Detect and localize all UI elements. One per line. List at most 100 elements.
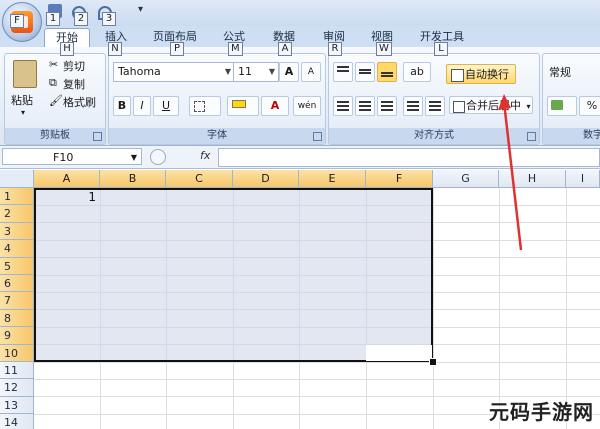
column-header-i[interactable]: I (566, 170, 600, 188)
phonetic-label: wén (297, 101, 317, 111)
align-top-button[interactable] (333, 62, 353, 82)
align-center-button[interactable] (355, 96, 375, 116)
row-header-14[interactable]: 14 (0, 414, 34, 429)
wrap-text-label: 自动换行 (465, 68, 509, 81)
align-bottom-icon (381, 72, 393, 74)
increase-indent-button[interactable] (425, 96, 445, 116)
column-header-b[interactable]: B (100, 170, 166, 188)
row-header-7[interactable]: 7 (0, 292, 34, 310)
keytip-review: R (328, 42, 342, 56)
column-header-h[interactable]: H (499, 170, 566, 188)
column-header-label: C (195, 172, 203, 185)
copy-button[interactable]: 复制 (63, 76, 85, 92)
column-header-c[interactable]: C (166, 170, 233, 188)
wrap-text-icon (451, 69, 464, 82)
gridline (34, 362, 600, 363)
row-header-13[interactable]: 13 (0, 396, 34, 415)
selected-range[interactable] (34, 188, 433, 362)
row-header-10[interactable]: 10 (0, 344, 34, 362)
increase-indent-icon (429, 101, 441, 103)
keytip-developer: L (434, 42, 448, 56)
format-painter-button[interactable]: 格式刷 (63, 94, 96, 110)
font-size-select[interactable]: 11 ▼ (233, 62, 279, 82)
shrink-font-button[interactable]: A (301, 62, 321, 82)
worksheet-grid[interactable]: A B C D E F G H I 1 2 3 4 5 6 7 8 9 10 1… (0, 170, 600, 429)
keytip-formulas: M (228, 42, 243, 56)
ribbon: 粘贴 ▾ ✂ 剪切 ⧉ 复制 🖌 格式刷 剪贴板 Tahoma ▼ 11 ▼ A… (0, 47, 600, 146)
group-clipboard: 粘贴 ▾ ✂ 剪切 ⧉ 复制 🖌 格式刷 剪贴板 (4, 53, 106, 145)
title-bar: F ▾ 1 2 3 (0, 0, 600, 42)
chevron-down-icon: ▼ (224, 67, 231, 76)
phonetic-button[interactable]: wén (293, 96, 321, 116)
row-header-2[interactable]: 2 (0, 205, 34, 223)
alignment-group-label: 对齐方式 (329, 128, 539, 144)
cell-a1[interactable]: 1 (34, 189, 98, 205)
font-name-select[interactable]: Tahoma ▼ (113, 62, 235, 82)
bold-button[interactable]: B (113, 96, 131, 116)
row-header-8[interactable]: 8 (0, 309, 34, 328)
font-color-button[interactable]: A (261, 96, 289, 116)
fill-handle[interactable] (429, 358, 437, 366)
row-header-9[interactable]: 9 (0, 327, 34, 345)
paste-dropdown-icon[interactable]: ▾ (21, 108, 25, 117)
paste-icon[interactable] (13, 60, 37, 88)
column-header-a[interactable]: A (34, 170, 100, 188)
align-bottom-button[interactable] (377, 62, 397, 82)
percent-icon: % (586, 99, 598, 112)
underline-button[interactable]: U (153, 96, 179, 116)
row-header-11[interactable]: 11 (0, 362, 34, 380)
row-header-3[interactable]: 3 (0, 222, 34, 241)
fill-color-button[interactable] (227, 96, 259, 116)
row-header-6[interactable]: 6 (0, 275, 34, 293)
decrease-indent-icon (407, 101, 419, 103)
format-painter-icon: 🖌 (49, 94, 63, 107)
row-header-5[interactable]: 5 (0, 257, 34, 275)
borders-button[interactable] (189, 96, 221, 116)
watermark: 元码手游网 (489, 400, 594, 424)
row-header-12[interactable]: 12 (0, 379, 34, 397)
decrease-indent-button[interactable] (403, 96, 423, 116)
chevron-down-icon: ▾ (526, 102, 531, 111)
column-header-e[interactable]: E (299, 170, 366, 188)
alignment-launcher-icon[interactable] (527, 132, 536, 141)
grow-font-label: A (284, 65, 294, 78)
formula-input[interactable] (218, 148, 600, 167)
font-launcher-icon[interactable] (313, 132, 322, 141)
qat-customize-icon[interactable]: ▾ (138, 4, 143, 15)
excel-window: F ▾ 1 2 3 开始 插入 页面布局 公式 数据 审阅 视图 开发工具 H … (0, 0, 600, 429)
column-header-f[interactable]: F (366, 170, 433, 188)
row-header-4[interactable]: 4 (0, 240, 34, 258)
align-middle-icon (359, 69, 371, 71)
wrap-text-button[interactable]: 自动换行 (446, 64, 516, 84)
align-center-icon (359, 101, 371, 103)
row-header-1[interactable]: 1 (0, 188, 34, 206)
zoom-formula-icon[interactable] (150, 149, 166, 165)
clipboard-launcher-icon[interactable] (93, 132, 102, 141)
italic-button[interactable]: I (133, 96, 151, 116)
align-left-button[interactable] (333, 96, 353, 116)
cut-button[interactable]: 剪切 (63, 58, 85, 74)
percent-button[interactable]: % (579, 96, 600, 116)
clipboard-group-label: 剪贴板 (5, 128, 105, 144)
column-header-g[interactable]: G (433, 170, 499, 188)
fx-icon[interactable]: fx (200, 149, 210, 162)
number-format-select[interactable]: 常规 (549, 64, 571, 80)
keytip-home: H (60, 42, 74, 56)
align-right-button[interactable] (377, 96, 397, 116)
accounting-format-button[interactable] (547, 96, 577, 116)
paste-button[interactable]: 粘贴 (11, 92, 33, 108)
column-header-label: I (580, 172, 585, 185)
column-header-label: D (261, 172, 270, 185)
align-middle-button[interactable] (355, 62, 375, 82)
font-name-value: Tahoma (118, 65, 161, 78)
merge-center-button[interactable]: 合并后居中 ▾ (449, 96, 533, 114)
column-header-label: A (62, 172, 71, 185)
name-box[interactable]: F10 ▼ (2, 148, 142, 165)
column-header-d[interactable]: D (233, 170, 299, 188)
grow-font-button[interactable]: A (279, 62, 299, 82)
align-top-icon (337, 66, 349, 68)
active-cell-f10[interactable] (366, 345, 432, 361)
currency-icon (551, 100, 563, 110)
orientation-button[interactable]: ab (403, 62, 431, 82)
select-all-corner[interactable] (0, 170, 34, 188)
